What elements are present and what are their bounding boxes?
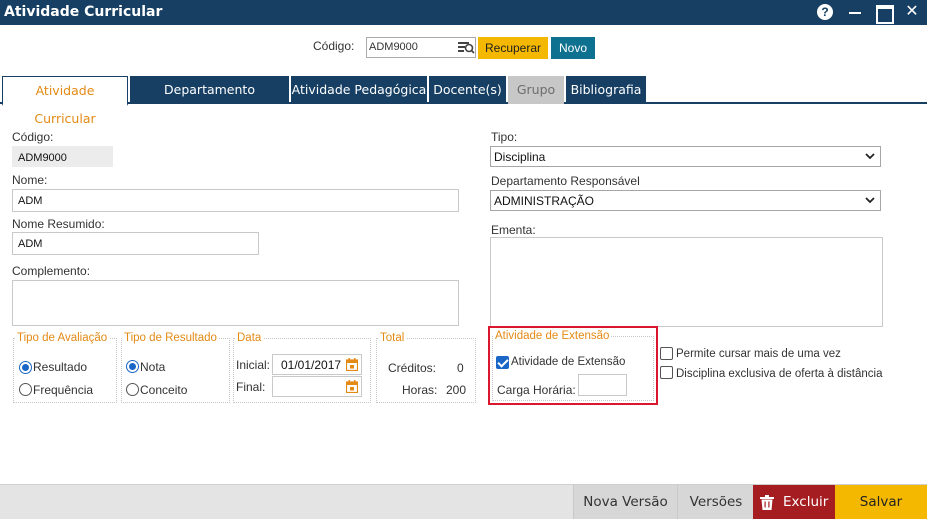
excluir-button[interactable]: Excluir bbox=[753, 485, 835, 519]
exclusiva-label: Disciplina exclusiva de oferta à distânc… bbox=[676, 368, 883, 380]
total-title: Total bbox=[378, 332, 407, 344]
maximize-icon[interactable] bbox=[874, 3, 894, 24]
tab-atividade-curricular[interactable]: Atividade Curricular bbox=[2, 76, 128, 126]
complemento-label: Complemento: bbox=[12, 264, 91, 278]
creditos-value: 0 bbox=[457, 361, 464, 375]
title-bar: Atividade Curricular ? ✕ bbox=[0, 0, 927, 25]
help-icon[interactable]: ? bbox=[817, 4, 833, 20]
search-code-label: Código: bbox=[313, 39, 355, 53]
tipo-avaliacao-title: Tipo de Avaliação bbox=[15, 332, 110, 344]
chevron-down-icon bbox=[865, 153, 875, 160]
nome-field[interactable]: ADM bbox=[12, 189, 459, 212]
codigo-label: Código: bbox=[12, 130, 54, 144]
carga-horaria-input[interactable] bbox=[578, 374, 627, 396]
calendar-icon[interactable] bbox=[346, 380, 358, 393]
tab-departamento-autorizado[interactable]: Departamento Autorizado bbox=[130, 76, 289, 125]
radio-frequencia-label: Frequência bbox=[33, 383, 94, 397]
radio-frequencia[interactable] bbox=[19, 383, 32, 396]
permite-label: Permite cursar mais de uma vez bbox=[676, 348, 841, 360]
trash-icon bbox=[760, 495, 774, 510]
minimize-icon[interactable] bbox=[846, 3, 864, 21]
carga-horaria-label: Carga Horária: bbox=[497, 383, 576, 397]
excluir-label: Excluir bbox=[783, 494, 829, 510]
radio-conceito[interactable] bbox=[126, 383, 139, 396]
radio-resultado-label: Resultado bbox=[33, 360, 88, 374]
radio-nota-label: Nota bbox=[140, 360, 166, 374]
tab-grupo: Grupo bbox=[508, 76, 564, 104]
extensao-checkbox[interactable] bbox=[496, 356, 509, 369]
search-bar: Código: ADM9000 Recuperar Novo bbox=[0, 36, 927, 60]
data-inicial-label: Inicial: bbox=[236, 358, 271, 372]
creditos-label: Créditos: bbox=[388, 361, 437, 375]
window-title: Atividade Curricular bbox=[4, 4, 163, 20]
permite-checkbox[interactable] bbox=[660, 347, 673, 360]
ementa-textarea[interactable] bbox=[490, 237, 883, 327]
radio-nota[interactable] bbox=[126, 360, 139, 373]
tab-bibliografia[interactable]: Bibliografia bbox=[566, 76, 646, 104]
complemento-textarea[interactable] bbox=[12, 280, 459, 326]
departamento-select[interactable]: ADMINISTRAÇÃO bbox=[490, 190, 881, 211]
calendar-icon[interactable] bbox=[346, 358, 358, 371]
horas-value: 200 bbox=[446, 383, 467, 397]
ementa-label: Ementa: bbox=[491, 223, 536, 237]
radio-resultado[interactable] bbox=[19, 361, 32, 374]
departamento-label: Departamento Responsável bbox=[491, 174, 640, 188]
footer-bar: Nova Versão Versões Excluir Salvar bbox=[0, 484, 927, 519]
nome-resumido-label: Nome Resumido: bbox=[12, 217, 105, 231]
tab-docentes[interactable]: Docente(s) bbox=[429, 76, 506, 104]
horas-label: Horas: bbox=[402, 383, 438, 397]
tipo-select[interactable]: Disciplina bbox=[490, 146, 881, 167]
nome-resumido-field[interactable]: ADM bbox=[12, 232, 259, 255]
departamento-select-value: ADMINISTRAÇÃO bbox=[494, 194, 595, 208]
extensao-checkbox-label: Atividade de Extensão bbox=[511, 356, 626, 368]
recuperar-button[interactable]: Recuperar bbox=[478, 37, 548, 59]
chevron-down-icon bbox=[865, 197, 875, 204]
close-icon[interactable]: ✕ bbox=[903, 3, 921, 21]
tab-bar: Atividade Curricular Departamento Autori… bbox=[0, 76, 927, 126]
extensao-title: Atividade de Extensão bbox=[493, 330, 612, 342]
exclusiva-checkbox[interactable] bbox=[660, 366, 673, 379]
lookup-icon[interactable] bbox=[457, 39, 475, 56]
codigo-field: ADM9000 bbox=[12, 146, 113, 167]
data-final-label: Final: bbox=[236, 380, 266, 394]
versoes-button[interactable]: Versões bbox=[677, 485, 754, 519]
tipo-label: Tipo: bbox=[491, 130, 518, 144]
nova-versao-button[interactable]: Nova Versão bbox=[573, 485, 677, 519]
tipo-select-value: Disciplina bbox=[494, 150, 546, 164]
radio-conceito-label: Conceito bbox=[140, 383, 188, 397]
data-title: Data bbox=[235, 332, 264, 344]
novo-button[interactable]: Novo bbox=[551, 37, 595, 59]
tab-atividade-pedagogica[interactable]: Atividade Pedagógica bbox=[291, 76, 427, 104]
salvar-button[interactable]: Salvar bbox=[835, 485, 927, 519]
tipo-resultado-title: Tipo de Resultado bbox=[122, 332, 219, 344]
nome-label: Nome: bbox=[12, 173, 48, 187]
